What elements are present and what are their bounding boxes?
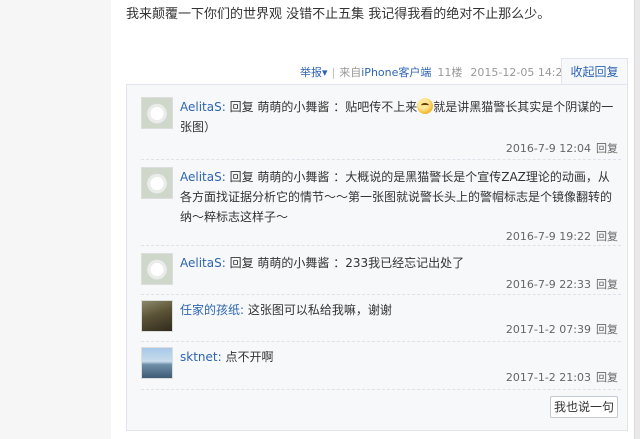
reply-time: 2016-7-9 19:22 xyxy=(505,230,591,243)
post-time: 2015-12-05 14:25 xyxy=(470,65,570,79)
post-meta-bar: 举报▾ | 来自 iPhone客户端 11楼 2015-12-05 14:25 xyxy=(300,64,570,80)
source-prefix: 来自 xyxy=(339,66,362,79)
reply-divider xyxy=(141,341,621,342)
reply-content: AelitaS: 回复 萌萌的小舞酱 ：233我已经忘记出处了 xyxy=(180,253,618,273)
reply-time: 2017-1-2 21:03 xyxy=(505,371,591,384)
reply-button[interactable]: 回复 xyxy=(596,323,618,336)
boat-avatar-icon[interactable] xyxy=(141,347,173,379)
reply-meta: 2017-1-2 07:39 回复 xyxy=(506,321,618,337)
reply-text: 回复 萌萌的小舞酱 ：贴吧传不上来 xyxy=(225,100,418,114)
post-content: 我来颠覆一下你们的世界观 没错不止五集 我记得我看的绝对不止那么少。 xyxy=(126,7,551,22)
smiley-emoji-icon xyxy=(417,98,434,114)
reply-button[interactable]: 回复 xyxy=(596,371,618,384)
reply-button[interactable]: 回复 xyxy=(596,278,618,291)
reply-time: 2016-7-9 22:33 xyxy=(505,278,591,291)
reply-button[interactable]: 回复 xyxy=(596,142,618,155)
reply-text: 回复 萌萌的小舞酱 ：233我已经忘记出处了 xyxy=(225,256,465,270)
reply-content: 任家的孩纸: 这张图可以私给我嘛，谢谢 xyxy=(180,300,618,320)
meta-separator: | xyxy=(331,65,336,79)
reply-content: sktnet: 点不开啊 xyxy=(180,347,618,367)
reply-meta: 2016-7-9 19:22 回复 xyxy=(506,228,618,244)
reply-divider xyxy=(141,245,621,246)
reply-meta: 2016-7-9 12:04 回复 xyxy=(506,140,618,156)
report-label: 举报 xyxy=(300,66,322,79)
reply-username[interactable]: AelitaS: xyxy=(180,170,226,184)
left-sidebar-strip xyxy=(0,0,111,439)
say-something-button[interactable]: 我也说一句 xyxy=(550,396,618,418)
reply-content: AelitaS: 回复 萌萌的小舞酱 ：大概说的是黑猫警长是个宣传ZAZ理论的动… xyxy=(180,167,618,227)
chevron-down-icon: ▾ xyxy=(322,66,328,79)
reply-time: 2017-1-2 07:39 xyxy=(505,323,591,336)
reply-meta: 2016-7-9 22:33 回复 xyxy=(506,276,618,292)
client-link[interactable]: iPhone客户端 xyxy=(361,64,431,80)
scrollbar-edge[interactable] xyxy=(634,0,640,439)
bird-avatar-icon[interactable] xyxy=(141,97,173,129)
bird-avatar-icon[interactable] xyxy=(141,167,173,199)
reply-username[interactable]: AelitaS: xyxy=(180,256,226,270)
reply-text: 点不开啊 xyxy=(221,350,274,364)
floor-number: 11楼 xyxy=(437,66,463,79)
collapse-replies-button[interactable]: 收起回复 xyxy=(561,58,628,85)
report-link[interactable]: 举报▾ xyxy=(300,64,328,80)
reply-text: 回复 萌萌的小舞酱 ：大概说的是黑猫警长是个宣传ZAZ理论的动画，从各方面找证据… xyxy=(180,170,613,224)
reply-username[interactable]: AelitaS: xyxy=(180,100,226,114)
reply-divider xyxy=(141,294,621,295)
reply-divider xyxy=(141,159,621,160)
reply-username[interactable]: sktnet: xyxy=(180,350,222,364)
bird-avatar-icon[interactable] xyxy=(141,253,173,285)
reply-meta: 2017-1-2 21:03 回复 xyxy=(506,369,618,385)
reply-time: 2016-7-9 12:04 xyxy=(505,142,591,155)
reply-username[interactable]: 任家的孩纸: xyxy=(180,303,244,317)
reply-divider xyxy=(141,389,621,390)
photo-avatar-icon[interactable] xyxy=(141,300,173,332)
reply-button[interactable]: 回复 xyxy=(596,230,618,243)
reply-content: AelitaS: 回复 萌萌的小舞酱 ：贴吧传不上来 就是讲黑猫警长其实是个阴谋的… xyxy=(180,97,618,137)
reply-text: 这张图可以私给我嘛，谢谢 xyxy=(244,303,392,317)
